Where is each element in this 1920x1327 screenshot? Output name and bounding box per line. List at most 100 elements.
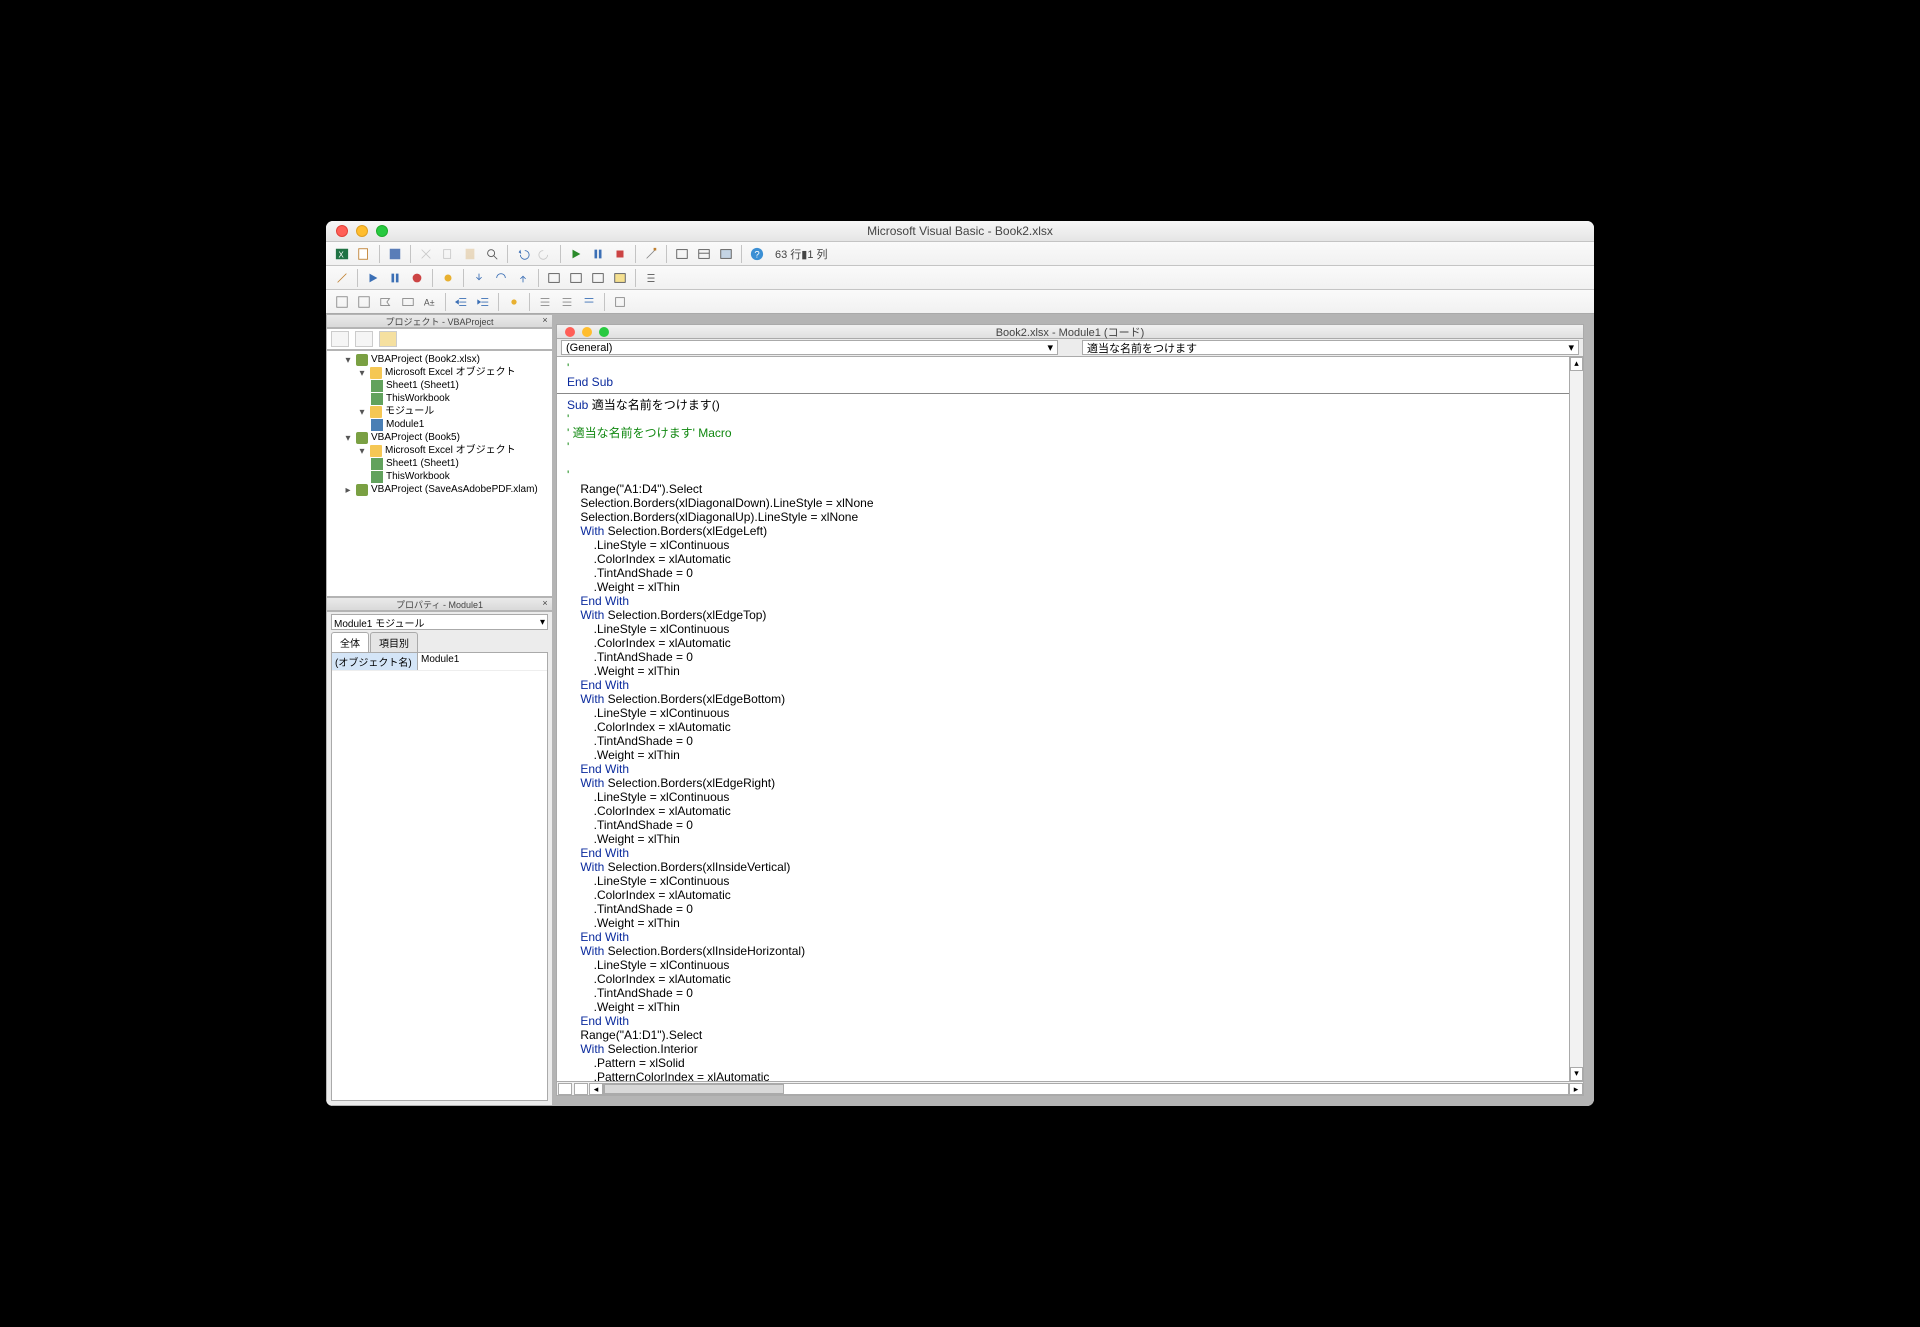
left-panels: プロジェクト - VBAProject × ▾VBAProject (Book2… [326, 314, 554, 1106]
properties-object-combo[interactable]: Module1 モジュール ▾ [331, 614, 548, 630]
toggle-breakpoint-icon[interactable] [438, 268, 458, 288]
procedure-combo-label: 適当な名前をつけます [1087, 340, 1197, 356]
run-icon[interactable] [566, 244, 586, 264]
design-mode-icon[interactable] [641, 244, 661, 264]
cut-icon[interactable] [416, 244, 436, 264]
vbe-window: Microsoft Visual Basic - Book2.xlsx X ? … [326, 221, 1594, 1106]
quick-watch-icon[interactable] [610, 268, 630, 288]
clear-bookmarks-icon[interactable] [610, 292, 630, 312]
debug-toolbar [326, 266, 1594, 290]
titlebar: Microsoft Visual Basic - Book2.xlsx [326, 221, 1594, 242]
code-combo-bar: (General) ▾ 適当な名前をつけます ▾ [556, 339, 1584, 357]
list-properties-icon[interactable] [332, 292, 352, 312]
window-title: Microsoft Visual Basic - Book2.xlsx [326, 224, 1594, 238]
tree-folder-modules[interactable]: ▾モジュール [357, 405, 550, 418]
redo-icon[interactable] [535, 244, 555, 264]
uncomment-block-icon[interactable] [557, 292, 577, 312]
tree-thisworkbook-2[interactable]: ThisWorkbook [371, 470, 550, 483]
project-explorer-title: プロジェクト - VBAProject × [326, 314, 553, 328]
chevron-down-icon: ▾ [1568, 341, 1574, 354]
design-mode2-icon[interactable] [332, 268, 352, 288]
list-constants-icon[interactable] [354, 292, 374, 312]
tree-folder-excel-objects-2[interactable]: ▾Microsoft Excel オブジェクト [357, 444, 550, 457]
cursor-position-label: 63 行▮1 列 [775, 246, 828, 262]
svg-text:?: ? [754, 249, 759, 260]
quick-info-icon[interactable] [376, 292, 396, 312]
tree-sheet1-2[interactable]: Sheet1 (Sheet1) [371, 457, 550, 470]
step-out-icon[interactable] [513, 268, 533, 288]
properties-body: Module1 モジュール ▾ 全体 項目別 (オブジェクト名) Module1 [326, 611, 553, 1106]
outdent-icon[interactable] [473, 292, 493, 312]
code-window-title: Book2.xlsx - Module1 (コード) [557, 324, 1583, 340]
full-module-view-icon[interactable] [558, 1083, 572, 1095]
tree-project-book5[interactable]: ▾VBAProject (Book5) [343, 431, 550, 444]
svg-text:X: X [339, 250, 345, 259]
properties-tab-alphabetic[interactable]: 全体 [331, 632, 369, 652]
stop-icon[interactable] [610, 244, 630, 264]
scroll-right-icon[interactable]: ▸ [1569, 1083, 1583, 1095]
undo-icon[interactable] [513, 244, 533, 264]
object-combo[interactable]: (General) ▾ [561, 340, 1058, 355]
call-stack-icon[interactable] [641, 268, 661, 288]
procedure-view-icon[interactable] [574, 1083, 588, 1095]
vertical-scrollbar[interactable]: ▴ ▾ [1569, 357, 1583, 1081]
tree-module1[interactable]: Module1 [371, 418, 550, 431]
view-object-icon[interactable] [355, 331, 373, 347]
procedure-combo[interactable]: 適当な名前をつけます ▾ [1082, 340, 1579, 355]
parameter-info-icon[interactable] [398, 292, 418, 312]
excel-icon[interactable]: X [332, 244, 352, 264]
scroll-up-icon[interactable]: ▴ [1570, 357, 1583, 371]
break-icon[interactable] [385, 268, 405, 288]
run-macro-icon[interactable] [363, 268, 383, 288]
properties-panel-close-icon[interactable]: × [538, 598, 552, 612]
svg-text:A±: A± [424, 297, 435, 307]
object-browser-icon[interactable] [716, 244, 736, 264]
scroll-left-icon[interactable]: ◂ [589, 1083, 603, 1095]
step-over-icon[interactable] [491, 268, 511, 288]
toggle-folders-icon[interactable] [379, 331, 397, 347]
view-code-icon[interactable] [331, 331, 349, 347]
help-icon[interactable]: ? [747, 244, 767, 264]
properties-tab-categorized[interactable]: 項目別 [370, 632, 418, 652]
reset-icon[interactable] [407, 268, 427, 288]
step-into-icon[interactable] [469, 268, 489, 288]
chevron-down-icon: ▾ [1047, 341, 1053, 354]
save-icon[interactable] [385, 244, 405, 264]
object-combo-label: (General) [566, 342, 612, 354]
watch-window-icon[interactable] [588, 268, 608, 288]
tree-folder-excel-objects-1[interactable]: ▾Microsoft Excel オブジェクト [357, 366, 550, 379]
properties-window-icon[interactable] [694, 244, 714, 264]
properties-panel-title: プロパティ - Module1 × [326, 597, 553, 611]
indent-icon[interactable] [451, 292, 471, 312]
tree-thisworkbook-1[interactable]: ThisWorkbook [371, 392, 550, 405]
properties-tabs: 全体 項目別 [331, 632, 548, 652]
copy-icon[interactable] [438, 244, 458, 264]
properties-panel: プロパティ - Module1 × Module1 モジュール ▾ 全体 項目別 [326, 597, 554, 1106]
insert-module-icon[interactable] [354, 244, 374, 264]
tree-project-saveaspdf[interactable]: ▸VBAProject (SaveAsAdobePDF.xlam) [343, 483, 550, 496]
tree-project-book2[interactable]: ▾VBAProject (Book2.xlsx) [343, 353, 550, 366]
next-bookmark-icon[interactable] [579, 292, 599, 312]
properties-grid[interactable]: (オブジェクト名) Module1 [331, 652, 548, 1101]
property-value-objectname[interactable]: Module1 [418, 653, 462, 670]
horizontal-scrollbar[interactable]: ◂ ▸ [556, 1082, 1584, 1096]
code-window-titlebar: Book2.xlsx - Module1 (コード) [556, 324, 1584, 339]
paste-icon[interactable] [460, 244, 480, 264]
comment-block-icon[interactable] [535, 292, 555, 312]
project-tree[interactable]: ▾VBAProject (Book2.xlsx) ▾Microsoft Exce… [326, 350, 553, 597]
immediate-window-icon[interactable] [566, 268, 586, 288]
pause-icon[interactable] [588, 244, 608, 264]
locals-window-icon[interactable] [544, 268, 564, 288]
tree-sheet1-1[interactable]: Sheet1 (Sheet1) [371, 379, 550, 392]
toggle-bookmark-icon[interactable] [504, 292, 524, 312]
scroll-down-icon[interactable]: ▾ [1570, 1067, 1583, 1081]
code-area[interactable]: ' End Sub Sub 適当な名前をつけます() ' ' 適当な名前をつけま… [556, 357, 1584, 1082]
property-row-name[interactable]: (オブジェクト名) Module1 [332, 653, 547, 671]
project-explorer-close-icon[interactable]: × [538, 315, 552, 329]
project-explorer-icon[interactable] [672, 244, 692, 264]
find-icon[interactable] [482, 244, 502, 264]
hscroll-thumb[interactable] [604, 1084, 784, 1094]
complete-word-icon[interactable]: A± [420, 292, 440, 312]
code-editor-window: Book2.xlsx - Module1 (コード) (General) ▾ 適… [556, 324, 1584, 1096]
project-explorer-toolbar [326, 328, 553, 350]
